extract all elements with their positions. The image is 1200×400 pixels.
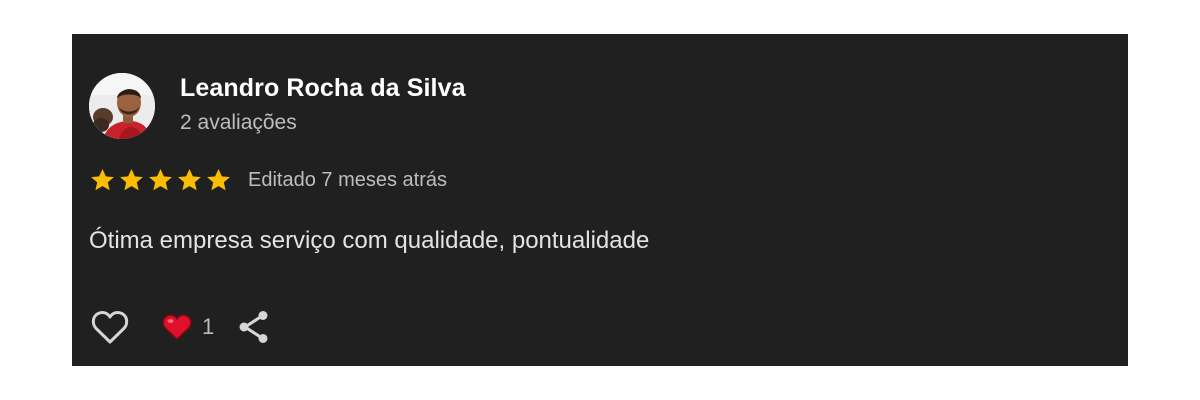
red-heart-emoji-icon: [162, 314, 192, 340]
edited-date: Editado 7 meses atrás: [248, 168, 447, 191]
review-actions: 1: [89, 306, 274, 348]
rating-row: Editado 7 meses atrás: [89, 165, 447, 195]
star-icon: [91, 168, 114, 191]
share-icon: [239, 311, 268, 343]
review-text: Ótima empresa serviço com qualidade, pon…: [89, 227, 650, 254]
reviewer-review-count: 2 avaliações: [180, 111, 297, 134]
like-button[interactable]: [89, 306, 131, 348]
share-button[interactable]: [234, 306, 274, 348]
heart-reaction[interactable]: 1: [161, 313, 214, 341]
avatar-image: [89, 73, 155, 139]
star-icon: [178, 168, 201, 191]
star-icon: [149, 168, 172, 191]
heart-outline-icon: [91, 311, 129, 344]
review-card: Leandro Rocha da Silva 2 avaliações Edit…: [72, 34, 1128, 366]
star-icon: [207, 168, 230, 191]
reviewer-name[interactable]: Leandro Rocha da Silva: [180, 74, 466, 103]
reviewer-avatar[interactable]: [89, 73, 155, 139]
reaction-count: 1: [202, 314, 215, 339]
star-rating: [89, 167, 232, 193]
star-icon: [120, 168, 143, 191]
